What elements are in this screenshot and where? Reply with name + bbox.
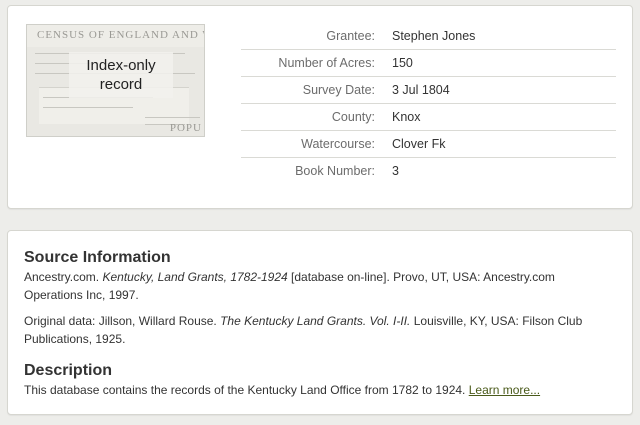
record-fields: Grantee: Stephen Jones Number of Acres: … xyxy=(241,23,616,184)
field-value: Knox xyxy=(392,110,421,124)
field-row-number-of-acres: Number of Acres: 150 xyxy=(241,50,616,77)
field-row-book-number: Book Number: 3 xyxy=(241,158,616,184)
field-label: Book Number: xyxy=(295,164,375,178)
field-label: Watercourse: xyxy=(301,137,375,151)
field-row-watercourse: Watercourse: Clover Fk xyxy=(241,131,616,158)
record-card: CENSUS OF ENGLAND AND WALES, 18 POPU Ind… xyxy=(7,5,633,209)
field-label: County: xyxy=(331,110,375,124)
citation-title: Kentucky, Land Grants, 1782-1924 xyxy=(102,270,288,284)
field-row-county: County: Knox xyxy=(241,104,616,131)
learn-more-link[interactable]: Learn more... xyxy=(469,383,540,397)
document-rule xyxy=(43,107,133,108)
field-row-grantee: Grantee: Stephen Jones xyxy=(241,23,616,50)
description-title: Description xyxy=(24,362,113,379)
field-label: Grantee: xyxy=(326,29,375,43)
document-rule xyxy=(145,117,200,118)
source-citation-ancestry: Ancestry.com. Kentucky, Land Grants, 178… xyxy=(24,268,614,304)
field-value: Clover Fk xyxy=(392,137,446,151)
source-card: Source Information Ancestry.com. Kentuck… xyxy=(7,230,633,415)
field-value: 150 xyxy=(392,56,413,70)
field-value: 3 Jul 1804 xyxy=(392,83,450,97)
index-only-label: Index-only record xyxy=(69,52,173,98)
citation-title: The Kentucky Land Grants. Vol. I-II. xyxy=(220,314,411,328)
field-label: Survey Date: xyxy=(302,83,375,97)
field-label: Number of Acres: xyxy=(278,56,375,70)
description-section: Description This database contains the r… xyxy=(24,362,614,399)
source-citation-original: Original data: Jillson, Willard Rouse. T… xyxy=(24,312,614,348)
source-information-title: Source Information xyxy=(24,249,171,266)
field-row-survey-date: Survey Date: 3 Jul 1804 xyxy=(241,77,616,104)
record-image-thumbnail[interactable]: CENSUS OF ENGLAND AND WALES, 18 POPU Ind… xyxy=(26,24,205,137)
popu-text: POPU xyxy=(169,122,202,134)
source-information-section: Source Information Ancestry.com. Kentuck… xyxy=(24,249,614,348)
field-value: 3 xyxy=(392,164,399,178)
description-text: This database contains the records of th… xyxy=(24,381,614,399)
field-value: Stephen Jones xyxy=(392,29,476,43)
census-heading-text: CENSUS OF ENGLAND AND WALES, 18 xyxy=(37,29,204,41)
citation-text: Ancestry.com. xyxy=(24,270,103,284)
citation-text: Original data: Jillson, Willard Rouse. xyxy=(24,314,221,328)
description-body: This database contains the records of th… xyxy=(24,383,469,397)
